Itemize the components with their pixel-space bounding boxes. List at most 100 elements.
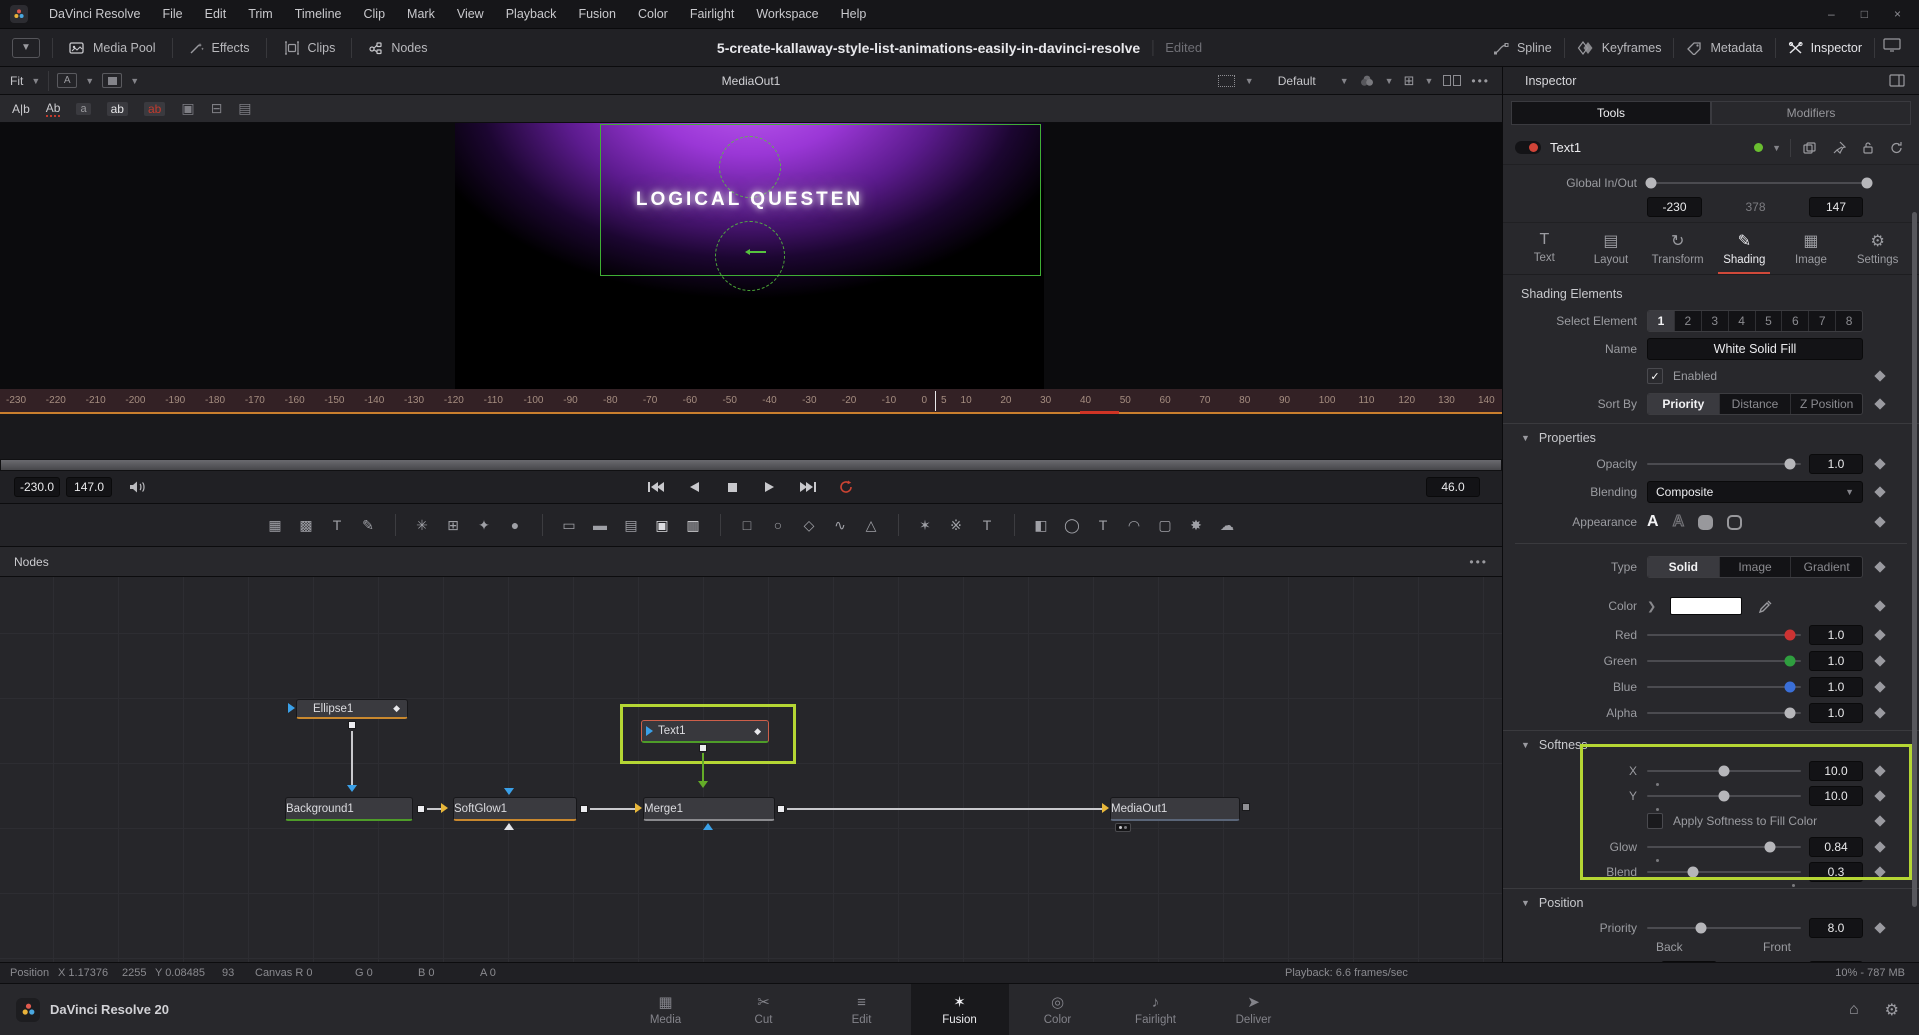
ellipse-input-port[interactable] bbox=[288, 703, 295, 713]
text-format-icon[interactable]: ab bbox=[144, 102, 165, 116]
inspector-button[interactable]: Inspector bbox=[1776, 29, 1874, 67]
fusion-tool-icon[interactable]: ▢ bbox=[1150, 513, 1181, 537]
fusion-tool-icon[interactable]: ✶ bbox=[910, 513, 941, 537]
merge-output-port[interactable] bbox=[777, 805, 785, 813]
center-handle-overlay[interactable] bbox=[750, 251, 766, 253]
menu-item[interactable]: Help bbox=[830, 0, 878, 28]
node-enable-toggle[interactable] bbox=[1515, 141, 1541, 154]
menu-item[interactable]: Trim bbox=[237, 0, 284, 28]
page-tab[interactable]: ♪ Fairlight bbox=[1107, 984, 1205, 1035]
lock-icon[interactable] bbox=[1858, 141, 1878, 154]
glow-keyframe-diamond[interactable] bbox=[1874, 841, 1885, 852]
viewer-options-menu[interactable]: ••• bbox=[1471, 74, 1490, 88]
input-triangle-icon[interactable] bbox=[1102, 803, 1109, 813]
priority-keyframe-diamond[interactable] bbox=[1874, 922, 1885, 933]
wire-merge-to-mediaout[interactable] bbox=[787, 808, 1102, 810]
fusion-tool-icon[interactable]: ✳ bbox=[407, 513, 438, 537]
inspector-panel-icon[interactable] bbox=[1889, 74, 1905, 87]
sort-option-button[interactable]: Priority bbox=[1648, 394, 1720, 414]
spline-button[interactable]: Spline bbox=[1481, 29, 1564, 67]
green-slider[interactable] bbox=[1647, 660, 1801, 662]
fusion-tool-icon[interactable]: T bbox=[322, 513, 353, 537]
go-to-start-button[interactable] bbox=[644, 476, 668, 498]
page-tab[interactable]: ✂ Cut bbox=[715, 984, 813, 1035]
softness-x-slider[interactable] bbox=[1647, 770, 1801, 772]
audio-mute-icon[interactable] bbox=[128, 479, 148, 495]
type-option-button[interactable]: Image bbox=[1720, 557, 1792, 577]
properties-section-header[interactable]: ▼ Properties bbox=[1503, 423, 1919, 451]
effects-button[interactable]: Effects bbox=[177, 29, 262, 67]
menu-item[interactable]: View bbox=[446, 0, 495, 28]
fusion-tool-icon[interactable]: ◇ bbox=[794, 513, 825, 537]
tab-tools[interactable]: Tools bbox=[1511, 101, 1711, 125]
type-option-button[interactable]: Gradient bbox=[1791, 557, 1862, 577]
text-format-icon[interactable]: A|b bbox=[12, 102, 30, 116]
graph-node[interactable]: Ellipse1 ◆ bbox=[296, 699, 408, 719]
alpha-keyframe-diamond[interactable] bbox=[1874, 707, 1885, 718]
menu-item[interactable]: Playback bbox=[495, 0, 568, 28]
appearance-fill-button[interactable]: A bbox=[1647, 513, 1659, 531]
element-segment-button[interactable]: 3 bbox=[1702, 311, 1729, 331]
current-frame-field[interactable]: 46.0 bbox=[1426, 477, 1480, 497]
dual-viewer-icon[interactable] bbox=[1443, 75, 1461, 86]
sort-keyframe-diamond[interactable] bbox=[1874, 398, 1885, 409]
text-format-icon[interactable]: ▤ bbox=[238, 100, 251, 117]
mediaout-output-port[interactable] bbox=[1242, 803, 1250, 811]
grid-view-icon[interactable]: ⊞ bbox=[1404, 73, 1415, 89]
color-wheels-icon[interactable] bbox=[1359, 74, 1375, 87]
fusion-tool-icon[interactable]: ◯ bbox=[1057, 513, 1088, 537]
text-output-port[interactable] bbox=[699, 744, 707, 752]
node-graph-canvas[interactable]: Ellipse1 ◆ Text1 ◆ Background1 Sof bbox=[0, 577, 1502, 962]
loop-button[interactable] bbox=[834, 476, 858, 498]
menu-item[interactable]: Clip bbox=[353, 0, 397, 28]
text-format-icon[interactable]: ▣ bbox=[181, 100, 194, 117]
media-pool-button[interactable]: Media Pool bbox=[57, 29, 168, 67]
tab-modifiers[interactable]: Modifiers bbox=[1711, 101, 1911, 125]
fusion-tool-icon[interactable]: ※ bbox=[941, 513, 972, 537]
fusion-tool-icon[interactable]: △ bbox=[856, 513, 887, 537]
nodes-button[interactable]: Nodes bbox=[356, 29, 439, 67]
element-segment-button[interactable]: 1 bbox=[1648, 311, 1675, 331]
alpha-slider[interactable] bbox=[1647, 712, 1801, 714]
node-color-dot[interactable] bbox=[1754, 143, 1763, 152]
keyframes-button[interactable]: Keyframes bbox=[1565, 29, 1674, 67]
green-keyframe-diamond[interactable] bbox=[1874, 655, 1885, 666]
glow-slider[interactable] bbox=[1647, 846, 1801, 848]
lut-select[interactable]: Default bbox=[1264, 74, 1330, 88]
window-control-icon[interactable]: × bbox=[1894, 7, 1901, 21]
blue-value[interactable]: 1.0 bbox=[1809, 677, 1863, 697]
fusion-tool-icon[interactable]: ▤ bbox=[616, 513, 647, 537]
wire-background-to-softglow[interactable] bbox=[427, 808, 441, 810]
enabled-checkbox[interactable]: ✓ bbox=[1647, 368, 1663, 384]
appearance-keyframe-diamond[interactable] bbox=[1874, 516, 1885, 527]
play-button[interactable] bbox=[758, 476, 782, 498]
sort-option-button[interactable]: Z Position bbox=[1791, 394, 1862, 414]
type-option-button[interactable]: Solid bbox=[1648, 557, 1720, 577]
range-end-handle[interactable] bbox=[1861, 178, 1872, 189]
blending-keyframe-diamond[interactable] bbox=[1874, 486, 1885, 497]
reset-icon[interactable] bbox=[1887, 141, 1907, 154]
element-segment-button[interactable]: 6 bbox=[1782, 311, 1809, 331]
appearance-outline-button[interactable]: A bbox=[1673, 513, 1685, 531]
wire-ellipse-to-background[interactable] bbox=[351, 731, 353, 785]
fusion-tool-icon[interactable]: T bbox=[972, 513, 1003, 537]
fusion-tool-icon[interactable]: T bbox=[1088, 513, 1119, 537]
wire-text-to-merge[interactable] bbox=[702, 753, 704, 781]
element-segment-button[interactable]: 7 bbox=[1809, 311, 1836, 331]
color-expand-chevron[interactable]: ❯ bbox=[1647, 600, 1656, 613]
settings-gear-icon[interactable]: ⚙ bbox=[1885, 1000, 1899, 1020]
home-icon[interactable]: ⌂ bbox=[1849, 1001, 1859, 1019]
clips-button[interactable]: Clips bbox=[271, 29, 348, 67]
viewer-zoom-select[interactable]: Fit bbox=[10, 74, 23, 88]
page-tab[interactable]: ≡ Edit bbox=[813, 984, 911, 1035]
playhead-marker[interactable] bbox=[1080, 411, 1119, 414]
menu-item[interactable]: Timeline bbox=[284, 0, 353, 28]
red-slider[interactable] bbox=[1647, 634, 1801, 636]
fusion-tool-icon[interactable]: ☁ bbox=[1212, 513, 1243, 537]
panel-toggle-button[interactable]: ▼ bbox=[12, 38, 40, 58]
merge-mask-port[interactable] bbox=[703, 823, 713, 830]
alpha-value[interactable]: 1.0 bbox=[1809, 703, 1863, 723]
element-segment-button[interactable]: 5 bbox=[1756, 311, 1783, 331]
softglow-output-port[interactable] bbox=[580, 805, 588, 813]
metadata-button[interactable]: Metadata bbox=[1674, 29, 1774, 67]
